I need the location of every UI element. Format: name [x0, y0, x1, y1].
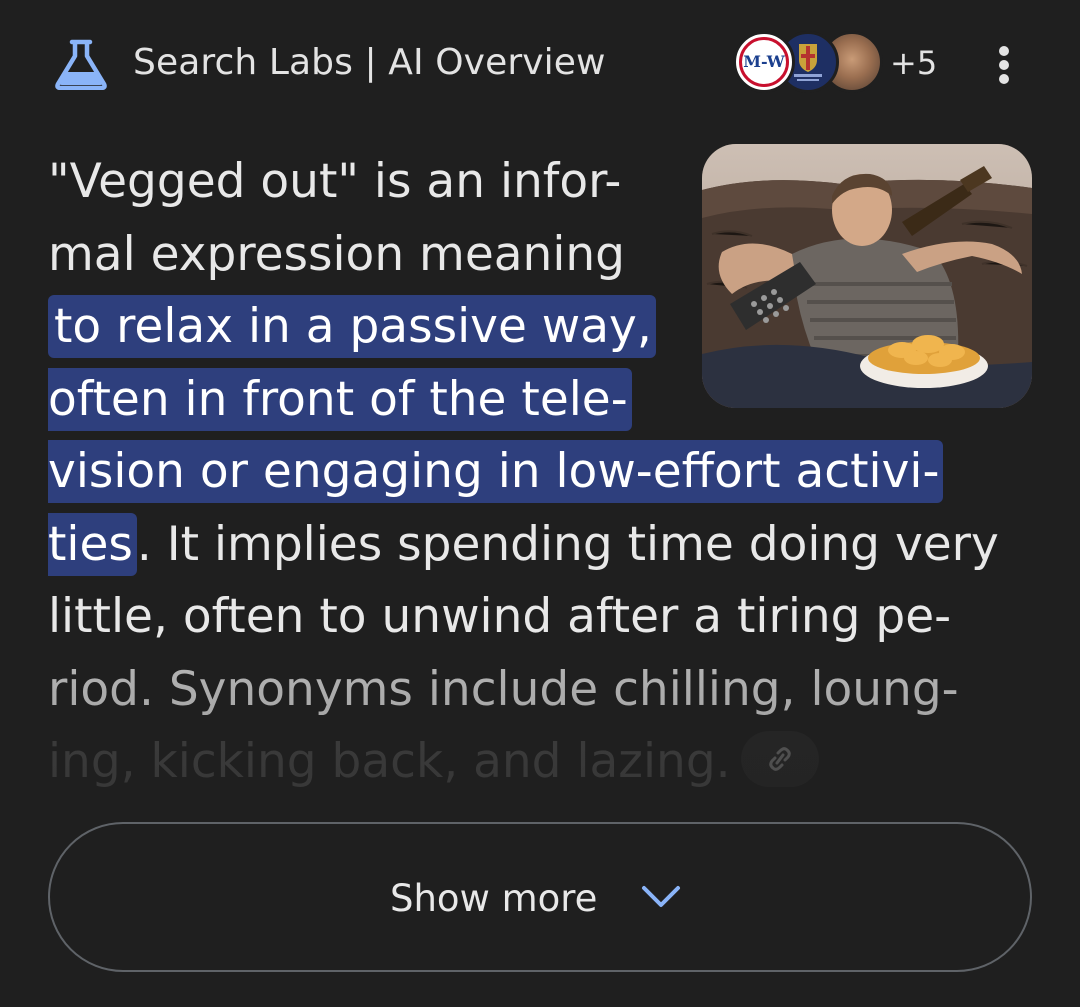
overview-line-5: vision or engaging in low-effort activi-: [48, 436, 1048, 509]
overview-line-4: often in front of the tele-: [48, 364, 1048, 437]
chevron-down-icon: [642, 886, 680, 907]
link-icon: [768, 746, 791, 771]
source-link-chip[interactable]: [740, 730, 819, 787]
overview-line-9-text: ing, kicking back, and lazing.: [48, 734, 731, 789]
ai-overview-text: "Vegged out" is an infor- mal expression…: [48, 146, 1048, 799]
overview-line-2: mal expression meaning: [48, 226, 626, 282]
ai-overview-header: Search Labs | AI Overview M-W +5: [0, 0, 1080, 130]
overview-line-6-text: . It implies spending time doing very: [136, 516, 999, 572]
show-more-button[interactable]: Show more: [48, 822, 1032, 972]
highlighted-definition: vision or engaging in low-effort activi-: [48, 440, 944, 503]
overview-line-9: ing, kicking back, and lazing.: [48, 726, 1048, 799]
show-more-label: Show more: [390, 877, 598, 920]
overview-line-1: "Vegged out" is an infor-: [48, 154, 622, 209]
overview-line-7: little, often to unwind after a tiring p…: [48, 589, 952, 644]
overview-line-6: ties. It implies spending time doing ver…: [48, 509, 1048, 582]
highlighted-definition: often in front of the tele-: [48, 367, 632, 431]
more-sources-count[interactable]: +5: [890, 43, 937, 83]
highlighted-definition: ties: [48, 512, 137, 576]
header-title: Search Labs | AI Overview: [133, 42, 606, 83]
highlighted-definition: to relax in a passive way,: [48, 295, 656, 358]
source-avatar-label: M-W: [743, 52, 785, 71]
overview-line-8: riod. Synonyms include chilling, loung-: [48, 661, 959, 717]
overview-line-3: to relax in a passive way,: [48, 291, 1048, 364]
more-vert-icon[interactable]: [988, 42, 1022, 88]
flask-icon: [55, 39, 107, 90]
source-avatar-merriam-webster[interactable]: M-W: [733, 31, 795, 93]
